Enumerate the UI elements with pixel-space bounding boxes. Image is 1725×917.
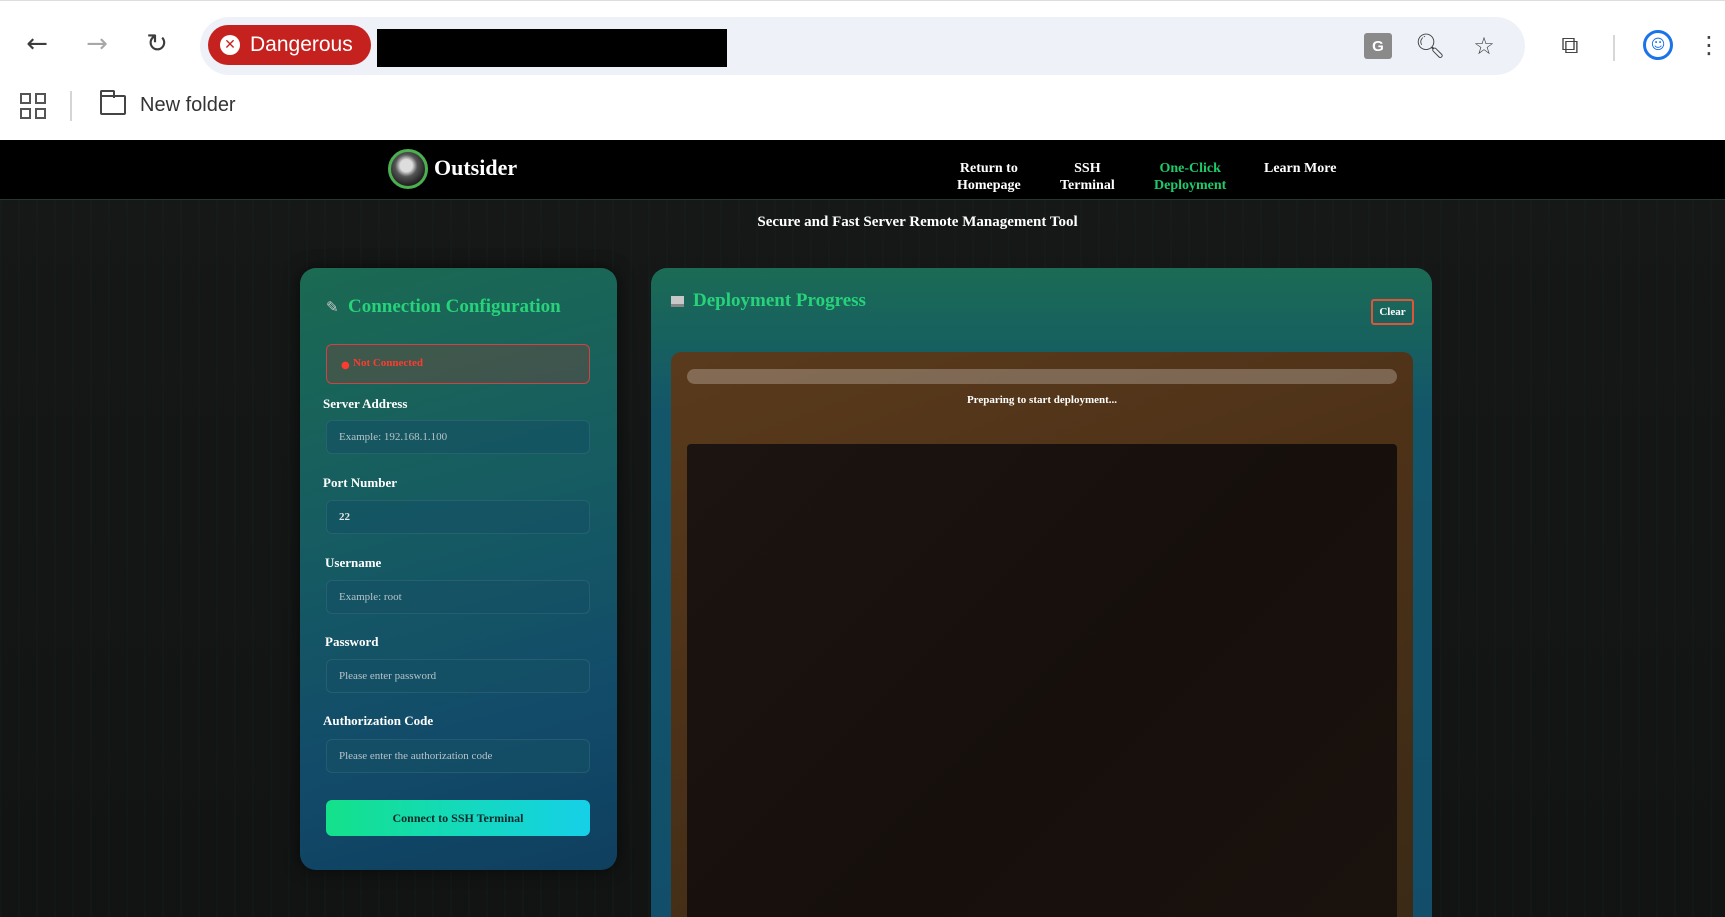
nav-label-line2: Terminal (1060, 178, 1115, 193)
server-address-input[interactable] (326, 420, 590, 454)
danger-x-icon: ✕ (220, 35, 240, 55)
port-number-label: Port Number (323, 475, 398, 490)
nav-ssh-terminal[interactable]: SSH Terminal (1060, 160, 1115, 194)
reload-icon[interactable]: ↻ (140, 27, 174, 61)
nav-label-line1: One-Click (1159, 161, 1221, 176)
deployment-title-text: Deployment Progress (693, 290, 866, 311)
server-address-label: Server Address (323, 396, 408, 411)
back-arrow-icon[interactable]: ← (20, 27, 54, 61)
browser-toolbar: ← → ↻ ✕ Dangerous G 🔍︎ ☆ ⧉ ☺ ⋮ (0, 11, 1725, 77)
profile-icon[interactable]: ☺ (1640, 27, 1676, 63)
connection-title-text: Connection Configuration (348, 296, 561, 317)
password-input[interactable] (326, 659, 590, 693)
port-number-input[interactable] (326, 500, 590, 534)
bookmarks-bar: New folder (0, 85, 1725, 129)
logo-avatar-icon[interactable] (388, 149, 428, 189)
authorization-code-input[interactable] (326, 739, 590, 773)
status-dot-icon: ● (341, 360, 350, 371)
forward-arrow-icon[interactable]: → (80, 27, 114, 61)
toolbar-divider (1613, 35, 1615, 61)
progress-bar (687, 369, 1397, 384)
username-label: Username (325, 555, 382, 570)
password-label: Password (325, 634, 379, 649)
connection-config-title: ✎ Connection Configuration (326, 296, 561, 318)
deployment-progress-title: Deployment Progress (671, 290, 866, 312)
nav-label-line2: Deployment (1154, 178, 1227, 193)
progress-status-text: Preparing to start deployment... (966, 394, 1118, 406)
deployment-progress-card: Deployment Progress Clear Preparing to s… (651, 268, 1432, 917)
tagline: Secure and Fast Server Remote Management… (757, 214, 1078, 230)
nav-label-line2: Homepage (957, 178, 1021, 193)
connect-ssh-button[interactable]: Connect to SSH Terminal (326, 800, 590, 836)
username-input[interactable] (326, 580, 590, 614)
nav-learn-more[interactable]: Learn More (1264, 160, 1336, 177)
plug-icon: ✎ (326, 298, 339, 316)
connection-status-box: ● Not Connected (326, 344, 590, 384)
nav-label-line1: Learn More (1264, 161, 1337, 176)
laptop-icon (671, 295, 684, 307)
menu-kebab-icon[interactable]: ⋮ (1697, 27, 1721, 63)
zoom-icon[interactable]: 🔍︎ (1412, 29, 1448, 63)
bookmark-folder-label[interactable]: New folder (140, 94, 236, 117)
nav-label-line1: SSH (1074, 161, 1101, 176)
tab-search-icon[interactable]: ⧉ (1552, 27, 1588, 63)
site-header: Outsider Return to Homepage SSH Terminal… (0, 140, 1725, 200)
star-icon[interactable]: ☆ (1466, 29, 1502, 63)
connection-config-card: ✎ Connection Configuration ● Not Connect… (300, 268, 617, 870)
address-bar[interactable]: ✕ Dangerous G 🔍︎ ☆ (200, 17, 1525, 75)
redacted-url[interactable] (377, 29, 727, 67)
nav-one-click-deployment[interactable]: One-Click Deployment (1154, 160, 1226, 194)
folder-icon[interactable] (100, 90, 126, 115)
bookmarks-divider (70, 91, 72, 121)
authorization-code-label: Authorization Code (323, 713, 434, 728)
security-chip-label: Dangerous (250, 33, 353, 56)
apps-grid-icon[interactable] (20, 93, 46, 119)
translate-icon[interactable]: G (1360, 29, 1396, 63)
clear-log-button[interactable]: Clear (1371, 299, 1414, 325)
brand-name[interactable]: Outsider (434, 155, 517, 181)
connection-status-text: Not Connected (353, 357, 423, 369)
page-content: Outsider Return to Homepage SSH Terminal… (0, 140, 1725, 917)
browser-chrome: ← → ↻ ✕ Dangerous G 🔍︎ ☆ ⧉ ☺ ⋮ New folde… (0, 0, 1725, 140)
deployment-log-panel: Preparing to start deployment... (671, 352, 1413, 917)
security-warning-chip[interactable]: ✕ Dangerous (208, 25, 371, 65)
deployment-log-output[interactable] (687, 444, 1397, 917)
nav-label-line1: Return to (959, 161, 1018, 176)
nav-return-homepage[interactable]: Return to Homepage (957, 160, 1021, 194)
